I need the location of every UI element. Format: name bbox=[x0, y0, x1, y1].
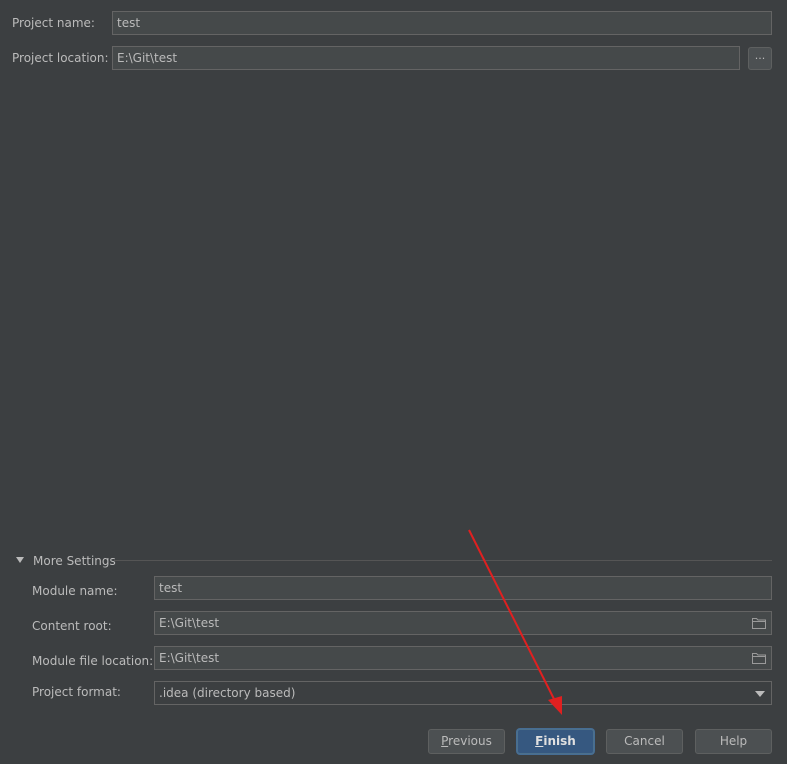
project-location-label: Project location: bbox=[12, 51, 109, 65]
previous-label: revious bbox=[448, 734, 492, 748]
browse-location-button[interactable]: ... bbox=[748, 47, 772, 70]
help-button[interactable]: Help bbox=[695, 729, 772, 754]
project-location-input[interactable]: E:\Git\test bbox=[112, 46, 740, 70]
module-file-location-value: E:\Git\test bbox=[159, 651, 220, 665]
project-format-value: .idea (directory based) bbox=[159, 686, 296, 700]
project-name-input[interactable]: test bbox=[112, 11, 772, 35]
module-name-label: Module name: bbox=[32, 584, 118, 598]
module-name-input[interactable]: test bbox=[154, 576, 772, 600]
section-divider bbox=[114, 560, 772, 561]
content-root-value: E:\Git\test bbox=[159, 616, 220, 630]
project-format-label: Project format: bbox=[32, 685, 121, 699]
project-name-label: Project name: bbox=[12, 16, 95, 30]
content-root-label: Content root: bbox=[32, 619, 112, 633]
expand-triangle-icon bbox=[16, 557, 24, 563]
folder-icon[interactable] bbox=[752, 652, 766, 664]
more-settings-toggle[interactable]: More Settings bbox=[14, 553, 772, 569]
module-file-location-input[interactable]: E:\Git\test bbox=[154, 646, 772, 670]
more-settings-title: More Settings bbox=[33, 554, 116, 568]
folder-icon[interactable] bbox=[752, 617, 766, 629]
content-root-input[interactable]: E:\Git\test bbox=[154, 611, 772, 635]
previous-button[interactable]: Previous bbox=[428, 729, 505, 754]
new-project-dialog: Project name: test Project location: E:\… bbox=[0, 0, 787, 764]
chevron-down-icon bbox=[755, 691, 765, 697]
cancel-button[interactable]: Cancel bbox=[606, 729, 683, 754]
module-file-location-label: Module file location: bbox=[32, 654, 154, 668]
finish-button[interactable]: Finish bbox=[517, 729, 594, 754]
project-format-select[interactable]: .idea (directory based) bbox=[154, 681, 772, 705]
finish-label: inish bbox=[543, 734, 576, 748]
